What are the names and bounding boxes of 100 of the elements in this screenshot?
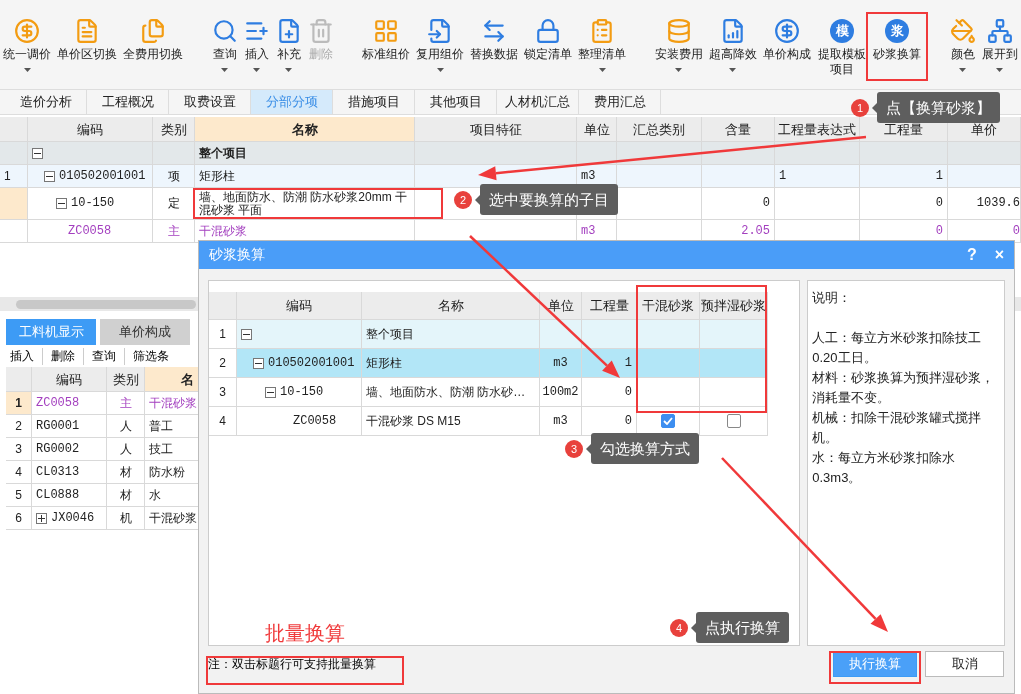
column-header[interactable]: 单位 <box>540 292 582 320</box>
table-cell: 材 <box>107 484 145 507</box>
table-cell: 100m2 <box>540 378 582 407</box>
checkbox[interactable] <box>726 414 741 428</box>
table-cell: JX0046 <box>32 507 107 530</box>
toolbar-button[interactable]: 复用组价 <box>413 0 468 89</box>
table-row[interactable]: 3 10-150 墙、地面防水、防潮 防水砂… 100m2 0 <box>209 378 800 407</box>
table-cell <box>637 320 700 349</box>
toolbar-button[interactable]: 安装费用 <box>651 0 706 89</box>
column-header[interactable]: 预拌湿砂浆 <box>700 292 768 320</box>
note-text: 注：双击标题行可支持批量换算 <box>208 655 376 673</box>
column-header[interactable]: 名称 <box>362 292 540 320</box>
collapse-icon[interactable] <box>44 170 55 182</box>
toolbar-button[interactable]: 统一调价 <box>0 0 54 89</box>
description-text: 机械：扣除干混砂浆罐式搅拌机。 <box>812 409 983 447</box>
table-cell: 1 <box>775 165 860 188</box>
row-number: 2 <box>209 349 237 378</box>
table-cell: 010502001001 <box>28 165 153 188</box>
toolbar-button[interactable]: 全费用切换 <box>120 0 186 89</box>
table-cell: 0 <box>860 188 948 220</box>
row-number: 5 <box>6 484 32 507</box>
table-cell: 材 <box>107 461 145 484</box>
table-cell <box>637 378 700 407</box>
toolbar-button[interactable]: 单价构成 <box>759 0 814 89</box>
row-number: 3 <box>209 378 237 407</box>
table-cell: 整个项目 <box>362 320 540 349</box>
step-tooltip: 选中要换算的子目 <box>480 184 618 215</box>
column-header[interactable]: 类别 <box>153 117 195 142</box>
search-icon <box>211 18 238 44</box>
toolbar-link[interactable]: 查询 <box>84 347 125 365</box>
cancel-button[interactable]: 取消 <box>925 651 1004 677</box>
row-number: 3 <box>6 438 32 461</box>
step-tooltip: 点【换算砂浆】 <box>877 92 1000 123</box>
table-cell: 1039.6 <box>948 188 1021 220</box>
description-text: 人工：每立方米砂浆扣除技工0.20工日。 <box>812 329 983 367</box>
row-number: 1 <box>0 165 28 188</box>
column-header[interactable]: 汇总类别 <box>617 117 702 142</box>
column-header[interactable]: 编码 <box>32 367 107 392</box>
caption-text: 批量换算 <box>265 621 345 646</box>
collapse-icon[interactable] <box>56 198 67 209</box>
collapse-icon[interactable] <box>265 386 276 398</box>
table-cell <box>700 378 768 407</box>
table-cell: 0 <box>702 188 775 220</box>
table-row[interactable]: 2 010502001001 矩形柱 m3 1 <box>209 349 800 378</box>
toolbar-button[interactable]: 模 提取模板项目 <box>813 0 871 89</box>
toolbar-button[interactable]: 替换数据 <box>467 0 522 89</box>
column-header[interactable]: 单位 <box>577 117 617 142</box>
highlight-frame <box>866 12 929 81</box>
coin-icon <box>14 18 40 44</box>
toolbar-button[interactable]: 单价区切换 <box>54 0 120 89</box>
column-header[interactable]: 编码 <box>237 292 362 320</box>
table-cell: ZC0058 <box>237 407 362 436</box>
hierarchy-icon <box>986 18 1013 44</box>
column-header[interactable]: 工程量表达式 <box>775 117 860 142</box>
table-row[interactable]: 4 ZC0058 干混砂浆 DS M15 m3 0 <box>209 407 800 436</box>
column-header[interactable]: 项目特征 <box>415 117 577 142</box>
toolbar-button[interactable]: 标准组价 <box>359 0 414 89</box>
toolbar-link[interactable]: 插入 <box>6 347 43 365</box>
column-header[interactable]: 名称 <box>195 117 415 142</box>
step-tooltip: 点执行换算 <box>696 612 789 643</box>
toolbar-button[interactable]: 查询 <box>208 0 241 89</box>
table-cell: CL0888 <box>32 484 107 507</box>
dialog-title: 砂浆换算 <box>209 246 265 264</box>
row-number: 4 <box>209 407 237 436</box>
column-header[interactable]: 含量 <box>702 117 775 142</box>
toolbar-button[interactable]: 插入 <box>240 0 273 89</box>
column-header[interactable]: 干混砂浆 <box>637 292 700 320</box>
expand-icon[interactable] <box>36 512 47 524</box>
toolbar-button[interactable]: 展开到 <box>978 0 1021 89</box>
table-cell: 1 <box>860 165 948 188</box>
row-number: 1 <box>209 320 237 349</box>
toolbar-button[interactable]: 整理清单 <box>575 0 630 89</box>
column-header[interactable]: 编码 <box>28 117 153 142</box>
checkbox[interactable] <box>661 414 675 428</box>
tab[interactable]: 单价构成 <box>100 319 190 345</box>
toolbar-button[interactable]: 锁定清单 <box>521 0 576 89</box>
toolbar-button[interactable]: 超高降效 <box>705 0 760 89</box>
table-cell <box>700 349 768 378</box>
toolbar-link[interactable]: 筛选条 <box>125 347 177 365</box>
row-number: 6 <box>6 507 32 530</box>
table-cell <box>700 320 768 349</box>
toolbar-link[interactable]: 删除 <box>43 347 84 365</box>
collapse-icon[interactable] <box>32 147 43 159</box>
table-cell: ZC0058 <box>28 220 153 243</box>
description-text: 材料：砂浆换算为预拌湿砂浆，消耗量不变。 <box>812 369 996 407</box>
toolbar-button[interactable]: 颜色 <box>946 0 979 89</box>
column-header[interactable]: 类别 <box>107 367 145 392</box>
column-header[interactable]: 名 <box>145 367 198 392</box>
toolbar-button[interactable]: 浆 砂浆换算 <box>870 0 925 89</box>
collapse-icon[interactable] <box>253 357 264 369</box>
table-cell <box>637 349 700 378</box>
table-row[interactable]: 1 整个项目 <box>209 320 800 349</box>
row-number: 1 <box>6 392 32 415</box>
table-cell: 10-150 <box>237 378 362 407</box>
toolbar-button[interactable]: 补充 <box>272 0 305 89</box>
column-header[interactable]: 工程量 <box>582 292 637 320</box>
database-icon <box>665 18 692 44</box>
corner-cell <box>6 367 32 392</box>
collapse-icon[interactable] <box>241 328 252 340</box>
paint-bucket-icon <box>949 18 976 44</box>
